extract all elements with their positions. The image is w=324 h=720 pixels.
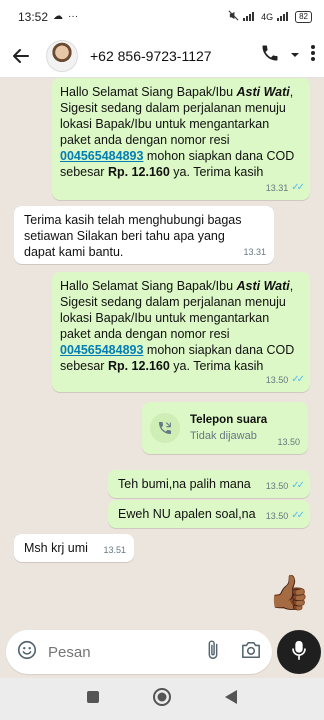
call-log-bubble[interactable]: Telepon suara Tidak dijawab 13.50 — [142, 402, 308, 454]
thumbs-up-emoji-message[interactable]: 👍🏾 — [268, 573, 310, 613]
call-dropdown-icon[interactable] — [290, 47, 300, 65]
cloud-icon: ☁ — [53, 11, 64, 22]
message-bubble-incoming[interactable]: Terima kasih telah menghubungi bagas set… — [14, 206, 274, 264]
message-time: 13.50 — [265, 511, 289, 521]
message-composer — [6, 630, 272, 674]
read-receipt-icon: ✓✓ — [291, 480, 305, 491]
message-time: 13.50 — [265, 481, 289, 491]
system-navigation-bar — [0, 678, 324, 720]
voice-message-button[interactable] — [277, 630, 321, 674]
contact-name[interactable]: +62 856-9723-1127 — [90, 48, 212, 64]
sticker-icon[interactable] — [16, 639, 38, 666]
read-receipt-icon: ✓✓ — [291, 374, 305, 385]
signal-icon — [243, 11, 257, 24]
avatar[interactable] — [46, 39, 78, 72]
status-time: 13:52 — [18, 10, 49, 24]
message-text: Hallo Selamat Siang Bapak/Ibu Asti Wati,… — [60, 85, 295, 179]
call-status: Tidak dijawab — [190, 430, 257, 442]
message-time: 13.50 — [277, 437, 300, 447]
voice-call-icon[interactable] — [260, 43, 280, 68]
battery-icon: 82 — [295, 11, 312, 23]
mute-icon — [228, 10, 239, 24]
message-time: 13.51 — [103, 545, 126, 555]
message-bubble-outgoing[interactable]: Hallo Selamat Siang Bapak/Ibu Asti Wati,… — [52, 78, 310, 200]
chat-area[interactable]: Hallo Selamat Siang Bapak/Ibu Asti Wati,… — [0, 78, 324, 626]
back-arrow-icon[interactable] — [8, 43, 34, 69]
home-icon[interactable] — [152, 687, 172, 712]
menu-icon[interactable] — [310, 44, 316, 67]
chat-header: +62 856-9723-1127 — [0, 34, 324, 78]
message-time: 13.50 — [265, 375, 289, 385]
tracking-number-link[interactable]: 004565484893 — [60, 343, 143, 357]
read-receipt-icon: ✓✓ — [291, 182, 305, 193]
back-icon[interactable] — [224, 689, 238, 710]
tracking-number-link[interactable]: 004565484893 — [60, 149, 143, 163]
more-dots-icon: ··· — [68, 11, 79, 22]
message-bubble-outgoing[interactable]: Hallo Selamat Siang Bapak/Ibu Asti Wati,… — [52, 272, 310, 392]
missed-call-icon — [150, 413, 180, 443]
read-receipt-icon: ✓✓ — [291, 510, 305, 521]
recent-apps-icon[interactable] — [86, 690, 100, 709]
signal-icon-2 — [277, 11, 291, 24]
message-time: 13.31 — [265, 183, 289, 193]
message-bubble-outgoing[interactable]: Teh bumi,na palih mana 13.50 ✓✓ — [108, 470, 310, 498]
message-bubble-incoming[interactable]: Msh krj umi 13.51 — [14, 534, 134, 562]
message-text: Terima kasih telah menghubungi bagas set… — [24, 213, 242, 259]
network-type: 4G — [261, 12, 274, 22]
status-bar: 13:52 ☁ ··· 4G 82 — [0, 0, 324, 34]
attach-icon[interactable] — [204, 639, 222, 666]
call-title: Telepon suara — [190, 414, 268, 426]
message-bubble-outgoing[interactable]: Eweh NU apalen soal,na 13.50 ✓✓ — [108, 500, 310, 528]
message-time: 13.31 — [243, 247, 266, 257]
microphone-icon — [291, 639, 307, 666]
message-text: Hallo Selamat Siang Bapak/Ibu Asti Wati,… — [60, 279, 295, 373]
camera-icon[interactable] — [240, 640, 262, 665]
message-input[interactable] — [48, 643, 188, 661]
